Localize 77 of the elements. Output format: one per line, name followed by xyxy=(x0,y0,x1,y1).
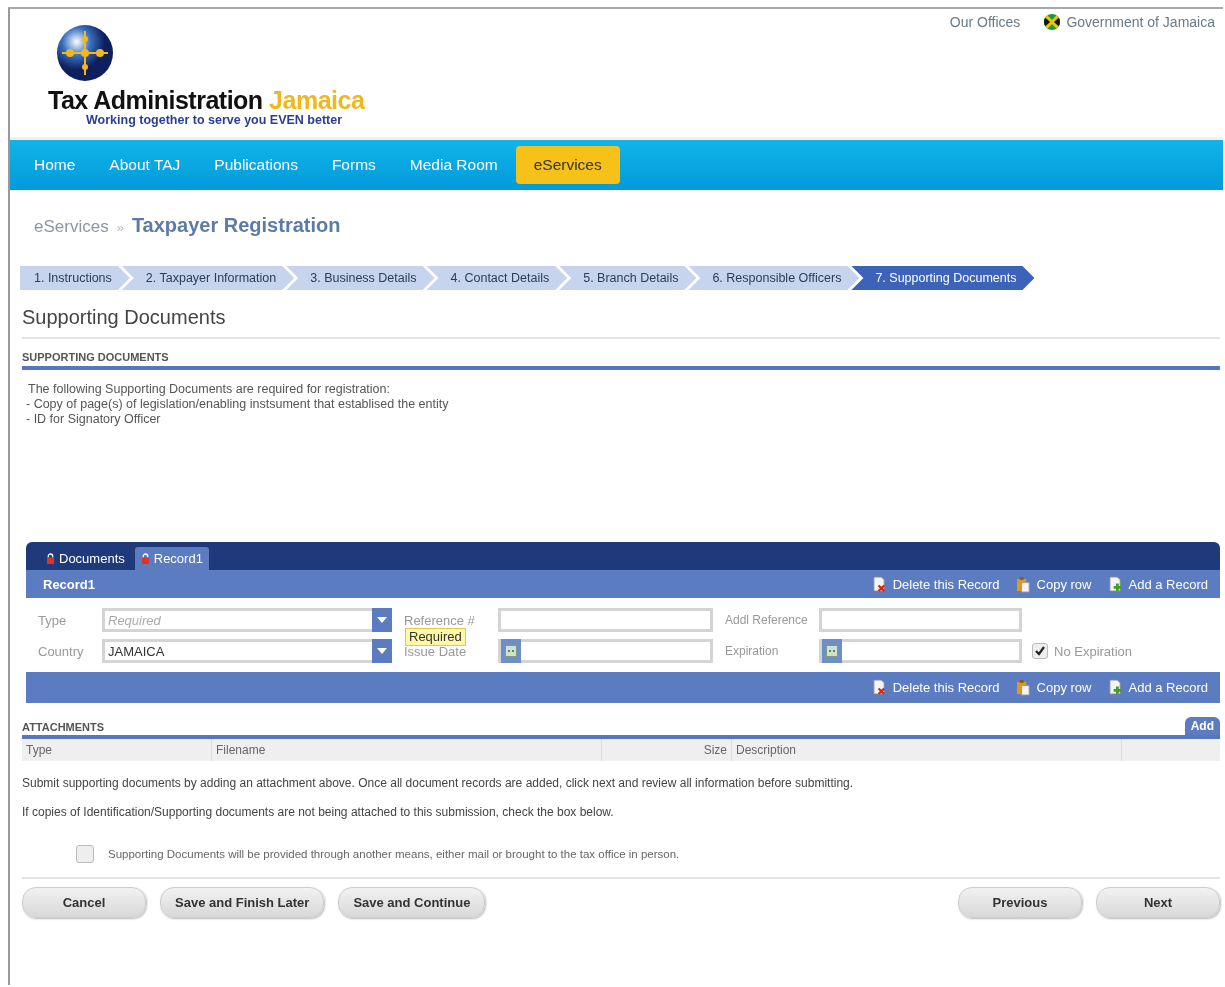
instruction-text: If copies of Identification/Supporting documents are not being attached to this submission, check the box below. xyxy=(22,806,615,819)
wizard-step[interactable]: 3. Business Details xyxy=(286,266,435,290)
wizard-step[interactable]: 5. Branch Details xyxy=(559,266,697,290)
wizard-step[interactable]: 7. Supporting Documents xyxy=(851,266,1035,290)
form-button[interactable]: Save and Finish Later xyxy=(160,887,325,918)
record-title: Record1 xyxy=(43,576,96,592)
nav-item[interactable]: Publications xyxy=(198,146,314,184)
input-field[interactable] xyxy=(498,608,713,632)
checkbox[interactable] xyxy=(76,845,94,863)
nav-item[interactable]: Home xyxy=(18,146,92,184)
wizard-step[interactable]: 6. Responsible Officers xyxy=(688,266,860,290)
wizard-step[interactable]: 2. Taxpayer Information xyxy=(121,266,295,290)
column-header: Size xyxy=(602,739,732,761)
document-delete-icon xyxy=(871,575,887,593)
dropdown-field[interactable]: Required xyxy=(102,608,392,632)
record-action-link[interactable]: Add a Record xyxy=(1107,679,1208,696)
breadcrumb-link[interactable]: eServices xyxy=(34,217,109,237)
requirements-intro: The following Supporting Documents are required for registration: xyxy=(28,382,391,397)
record-action-link[interactable]: Copy row xyxy=(1015,575,1092,593)
column-header: Filename xyxy=(212,739,602,761)
instruction-text: Submit supporting documents by adding an attachment above. Once all document records are added, click next and review all information before submitting. xyxy=(22,777,855,790)
top-link[interactable]: Our Offices xyxy=(949,14,1021,30)
record-action-link[interactable]: Add a Record xyxy=(1107,575,1208,593)
nav-item[interactable]: eServices xyxy=(515,146,620,184)
field-label: Addl Reference xyxy=(725,613,809,627)
field-label: Reference # xyxy=(404,612,476,628)
dropdown-field[interactable]: JAMAICA xyxy=(102,639,392,663)
requirement-item: - Copy of page(s) of legislation/enabling instsument that establised the entity xyxy=(26,397,450,412)
date-field[interactable] xyxy=(819,639,1022,663)
form-button[interactable]: Cancel xyxy=(22,887,146,918)
calendar-icon xyxy=(826,645,838,657)
top-link[interactable]: Government of Jamaica xyxy=(1066,14,1215,30)
panel-tab[interactable]: Documents xyxy=(40,547,131,570)
record-action-link[interactable]: Delete this Record xyxy=(871,575,1000,593)
input-field[interactable] xyxy=(819,608,1022,632)
column-header: Description xyxy=(732,739,1122,761)
form-button[interactable]: Save and Continue xyxy=(338,887,486,918)
logo-wordmark: Tax Administration Jamaica xyxy=(48,87,365,113)
document-add-icon xyxy=(1107,679,1123,696)
page-title: Supporting Documents xyxy=(22,306,1220,339)
section-heading: SUPPORTING DOCUMENTS xyxy=(22,351,1220,370)
wizard-step[interactable]: 4. Contact Details xyxy=(426,266,568,290)
lock-icon xyxy=(46,553,55,564)
nav-item[interactable]: Media Room xyxy=(393,146,514,184)
nav-item[interactable]: Forms xyxy=(315,146,392,184)
section-heading: ATTACHMENTS xyxy=(22,721,105,735)
wizard-step[interactable]: 1. Instructions xyxy=(20,266,130,290)
calendar-icon xyxy=(505,645,517,657)
field-label: Country xyxy=(38,643,85,659)
form-button[interactable]: Previous xyxy=(958,887,1082,918)
nav-item[interactable]: About TAJ xyxy=(93,146,197,184)
clipboard-icon xyxy=(1015,679,1031,696)
date-field[interactable] xyxy=(498,639,713,663)
document-delete-icon xyxy=(871,679,887,696)
field-label: Issue Date xyxy=(404,643,468,659)
panel-tab[interactable]: Record1 xyxy=(134,547,209,570)
column-header: Type xyxy=(22,739,212,761)
checkbox[interactable] xyxy=(1032,643,1048,659)
breadcrumb-current: Taxpayer Registration xyxy=(131,214,341,237)
record-action-link[interactable]: Delete this Record xyxy=(871,679,1000,696)
record-action-link[interactable]: Copy row xyxy=(1015,679,1092,696)
clipboard-icon xyxy=(1015,575,1031,593)
checkbox-label: Supporting Documents will be provided through another means, either mail or brought to the tax office in person. xyxy=(108,848,680,860)
flag-icon xyxy=(1044,14,1061,30)
dropdown-arrow-icon xyxy=(377,648,387,654)
field-label: Expiration xyxy=(725,644,780,658)
checkbox-label: No Expiration xyxy=(1054,643,1133,659)
document-add-icon xyxy=(1107,575,1123,593)
add-button[interactable]: Add xyxy=(1184,717,1220,735)
logo-tagline: Working together to serve you EVEN better xyxy=(86,113,344,127)
dropdown-arrow-icon xyxy=(377,617,387,623)
form-button[interactable]: Next xyxy=(1096,887,1220,918)
field-label: Type xyxy=(38,612,68,628)
requirement-item: - ID for Signatory Officer xyxy=(26,412,162,427)
tooltip: Required xyxy=(405,628,466,646)
breadcrumb-separator: » xyxy=(116,220,124,235)
lock-icon xyxy=(140,553,150,564)
